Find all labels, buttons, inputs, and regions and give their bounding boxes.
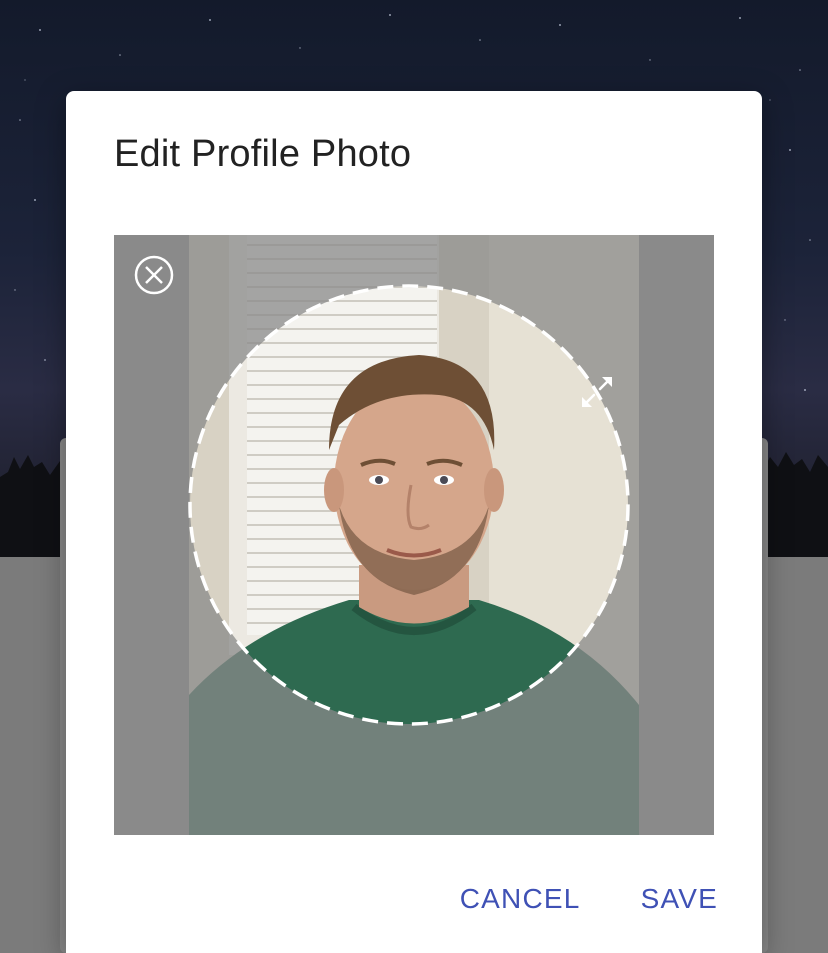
- photo-crop-area[interactable]: [114, 235, 714, 835]
- save-button[interactable]: SAVE: [641, 883, 718, 915]
- resize-diagonal-icon[interactable]: [579, 374, 615, 410]
- close-icon[interactable]: [134, 255, 174, 295]
- crop-overlay: [114, 235, 714, 835]
- dialog-actions: CANCEL SAVE: [460, 883, 718, 915]
- edit-photo-dialog: Edit Profile Photo CANCEL SAVE: [66, 91, 762, 953]
- cancel-button[interactable]: CANCEL: [460, 883, 581, 915]
- dialog-title: Edit Profile Photo: [114, 133, 412, 175]
